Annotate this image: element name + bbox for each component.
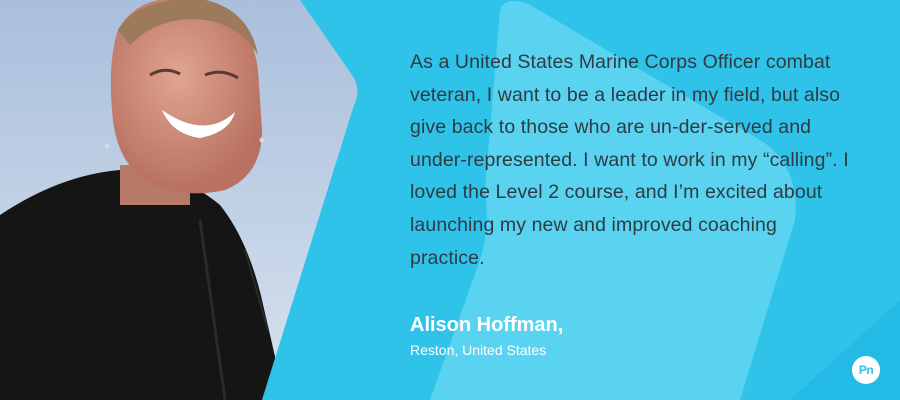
author-name: Alison Hoffman, <box>410 314 564 336</box>
pn-logo-text: Pn <box>858 363 874 377</box>
pn-logo: Pn <box>852 356 880 384</box>
author-location: Reston, United States <box>410 342 547 358</box>
testimonial-quote: As a United States Marine Corps Officer … <box>410 51 849 269</box>
testimonial-card: As a United States Marine Corps Officer … <box>0 0 900 400</box>
